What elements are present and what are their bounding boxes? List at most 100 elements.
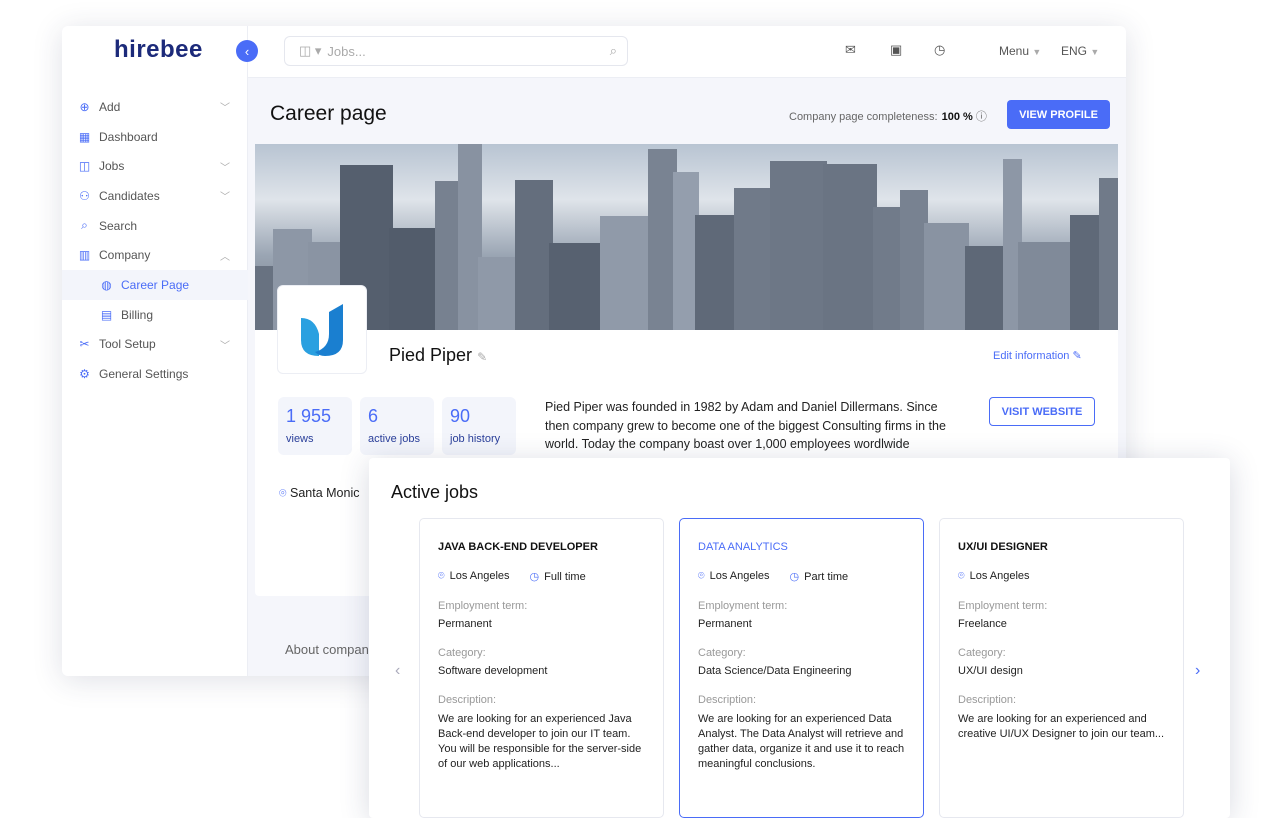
sidebar-item-company[interactable]: ▥Company︿ [62, 240, 248, 270]
category-label: Category: [438, 647, 645, 659]
carousel-next-button[interactable]: › [1195, 662, 1200, 680]
building-shape [549, 243, 604, 330]
about-company-heading: About compan [285, 642, 369, 657]
job-type: ◷Full time [530, 570, 586, 583]
term-label: Employment term: [958, 600, 1165, 612]
search-icon[interactable]: ⌕ [610, 43, 617, 59]
building-shape [770, 161, 827, 330]
visit-website-button[interactable]: VISIT WEBSITE [989, 397, 1095, 426]
chevron-down-icon: ﹀ [220, 159, 230, 174]
job-description: We are looking for an experienced Java B… [438, 712, 645, 772]
location-pin-icon: ⌾ [438, 570, 445, 582]
job-card[interactable]: DATA ANALYTICS ⌾Los Angeles◷Part time Em… [679, 518, 924, 818]
edit-information-link[interactable]: Edit information ✎ [993, 349, 1082, 362]
job-meta: ⌾Los Angeles [958, 570, 1165, 583]
stat-value: 1 955 [286, 406, 344, 427]
building-shape [823, 164, 877, 330]
category-value: UX/UI design [958, 665, 1165, 677]
sidebar-item-add[interactable]: ⊕Add﹀ [62, 92, 248, 122]
job-meta: ⌾Los Angeles◷Part time [698, 570, 905, 583]
chevron-down-icon: ﹀ [220, 337, 230, 352]
chevron-left-icon: ‹ [245, 44, 249, 59]
building-shape [1099, 178, 1118, 330]
sidebar-item-label: Dashboard [99, 130, 158, 144]
sidebar-item-label: Search [99, 219, 137, 233]
job-type: ◷Part time [790, 570, 849, 583]
sidebar-item-career-page[interactable]: ◍Career Page [62, 270, 248, 300]
sidebar-item-billing[interactable]: ▤Billing [62, 300, 248, 330]
category-label: Category: [958, 647, 1165, 659]
chevron-up-icon: ︿ [220, 248, 230, 263]
sidebar-item-label: Tool Setup [99, 337, 156, 351]
pencil-icon[interactable]: ✎ [477, 350, 487, 364]
stat-views: 1 955views [278, 397, 352, 455]
collapse-sidebar-button[interactable]: ‹ [236, 40, 258, 62]
job-type-text: Full time [544, 571, 586, 583]
tools-icon: ✂ [78, 338, 91, 351]
building-shape [924, 223, 969, 330]
mail-icon[interactable]: ✉ [845, 42, 856, 58]
hirebee-logo: hirebee [114, 36, 203, 64]
description-label: Description: [438, 694, 645, 706]
job-description: We are looking for an experienced and cr… [958, 712, 1165, 742]
help-icon[interactable]: ⓘ [976, 111, 987, 123]
top-header: ◫ ▾ Jobs... ⌕ ✉ ▣ ◷ Menu ▼ ENG ▼ [248, 26, 1126, 78]
job-type-text: Part time [804, 571, 848, 583]
description-label: Description: [698, 694, 905, 706]
completeness-label: Company page completeness: [789, 111, 938, 123]
sidebar-item-general-settings[interactable]: ⚙General Settings [62, 359, 248, 389]
briefcase-icon[interactable]: ◫ ▾ [299, 43, 321, 59]
menu-label: Menu [999, 44, 1029, 58]
search-input[interactable]: ◫ ▾ Jobs... ⌕ [284, 36, 628, 66]
job-title[interactable]: DATA ANALYTICS [698, 541, 905, 553]
sidebar-item-jobs[interactable]: ◫ Jobs ﹀ [62, 151, 248, 181]
company-name-text: Pied Piper [389, 345, 472, 365]
stat-value: 6 [368, 406, 426, 427]
completeness: Company page completeness: 100 % ⓘ [789, 108, 987, 124]
job-title[interactable]: JAVA BACK-END DEVELOPER [438, 541, 645, 553]
pencil-icon: ✎ [1073, 350, 1082, 362]
category-label: Category: [698, 647, 905, 659]
view-profile-button[interactable]: VIEW PROFILE [1007, 100, 1110, 129]
search-icon: ⌕ [78, 219, 91, 232]
job-title[interactable]: UX/UI DESIGNER [958, 541, 1165, 553]
sidebar-item-label: General Settings [99, 367, 188, 381]
sidebar-item-candidates[interactable]: ⚇Candidates﹀ [62, 181, 248, 211]
stat-job-history: 90job history [442, 397, 516, 455]
completeness-value: 100 % [942, 111, 973, 123]
building-shape [734, 188, 774, 330]
building-shape [389, 228, 439, 330]
stat-label: job history [450, 433, 508, 445]
category-value: Software development [438, 665, 645, 677]
job-card[interactable]: UX/UI DESIGNER ⌾Los Angeles Employment t… [939, 518, 1184, 818]
job-location: ⌾Los Angeles [958, 570, 1030, 583]
building-shape [965, 246, 1007, 330]
building-shape [600, 216, 652, 330]
sidebar-nav: ⊕Add﹀ ▦Dashboard ◫Jobs﹀ ⚇Candidates﹀ ⌕Se… [62, 92, 248, 389]
language-label: ENG [1061, 44, 1087, 58]
sidebar-item-label: Company [99, 248, 150, 262]
language-dropdown[interactable]: ENG ▼ [1061, 44, 1099, 58]
company-logo[interactable] [277, 285, 367, 374]
calendar-icon[interactable]: ▣ [890, 42, 902, 58]
description-label: Description: [958, 694, 1165, 706]
menu-dropdown[interactable]: Menu ▼ [999, 44, 1041, 58]
company-description: Pied Piper was founded in 1982 by Adam a… [545, 398, 955, 458]
term-value: Freelance [958, 618, 1165, 630]
job-card[interactable]: JAVA BACK-END DEVELOPER ⌾Los Angeles◷Ful… [419, 518, 664, 818]
sidebar-item-label: Candidates [99, 189, 160, 203]
sidebar-item-tool-setup[interactable]: ✂ Tool Setup ﹀ [62, 330, 248, 360]
sidebar-item-label: Add [99, 100, 120, 114]
carousel-prev-button[interactable]: ‹ [395, 662, 400, 680]
briefcase-icon: ◫ [78, 160, 91, 173]
term-value: Permanent [438, 618, 645, 630]
sidebar-item-search[interactable]: ⌕ Search [62, 211, 248, 241]
sidebar-item-label: Jobs [99, 159, 124, 173]
globe-icon: ◍ [100, 278, 113, 291]
chevron-down-icon: ﹀ [220, 99, 230, 114]
company-location: ⌾ Santa Monic [279, 486, 359, 501]
clock-icon[interactable]: ◷ [934, 42, 945, 58]
billing-icon: ▤ [100, 308, 113, 321]
job-meta: ⌾Los Angeles◷Full time [438, 570, 645, 583]
sidebar-item-dashboard[interactable]: ▦Dashboard [62, 122, 248, 152]
